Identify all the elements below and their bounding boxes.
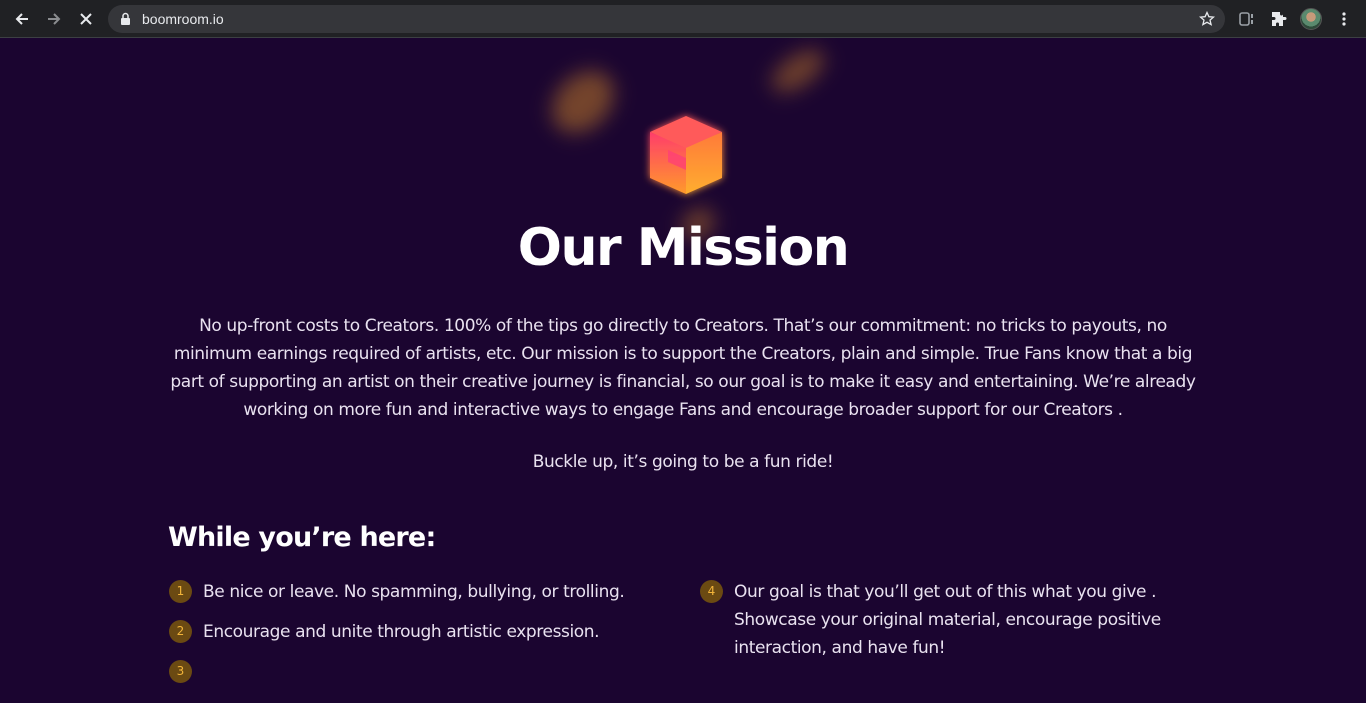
section-heading: While you’re here: bbox=[168, 522, 436, 553]
bookmark-star-icon[interactable] bbox=[1198, 10, 1216, 32]
puzzle-extensions-icon[interactable] bbox=[1268, 8, 1290, 30]
list-item: 4 Our goal is that you’ll get out of thi… bbox=[700, 578, 1200, 662]
page-title: Our Mission bbox=[517, 218, 850, 278]
profile-avatar[interactable] bbox=[1300, 8, 1322, 30]
number-badge: 2 bbox=[169, 620, 192, 643]
mission-paragraph: No up-front costs to Creators. 100% of t… bbox=[170, 316, 1196, 420]
number-badge: 4 bbox=[700, 580, 723, 603]
number-badge: 3 bbox=[169, 660, 192, 683]
url-text[interactable]: boomroom.io bbox=[142, 11, 224, 27]
address-bar[interactable]: boomroom.io bbox=[108, 5, 1225, 33]
decorative-glow bbox=[764, 41, 832, 101]
forward-arrow-icon[interactable] bbox=[41, 7, 67, 31]
list-item: 3 bbox=[169, 658, 669, 683]
lock-icon bbox=[120, 12, 131, 31]
rule-text: Encourage and unite through artistic exp… bbox=[203, 622, 600, 642]
list-item: 1 Be nice or leave. No spamming, bullyin… bbox=[169, 578, 669, 606]
list-item: 2 Encourage and unite through artistic e… bbox=[169, 618, 669, 646]
rule-text: Be nice or leave. No spamming, bullying,… bbox=[203, 582, 625, 602]
browser-toolbar: boomroom.io bbox=[0, 0, 1366, 38]
decorative-glow bbox=[539, 58, 627, 146]
back-arrow-icon[interactable] bbox=[9, 7, 35, 31]
menu-kebab-icon[interactable] bbox=[1333, 8, 1355, 30]
rule-text: Our goal is that you’ll get out of this … bbox=[734, 582, 1161, 658]
number-badge: 1 bbox=[169, 580, 192, 603]
cube-logo-icon bbox=[638, 108, 734, 204]
stop-loading-icon[interactable] bbox=[73, 7, 99, 31]
tagline: Buckle up, it’s going to be a fun ride! bbox=[532, 452, 834, 472]
extension-icon[interactable] bbox=[1237, 8, 1259, 30]
